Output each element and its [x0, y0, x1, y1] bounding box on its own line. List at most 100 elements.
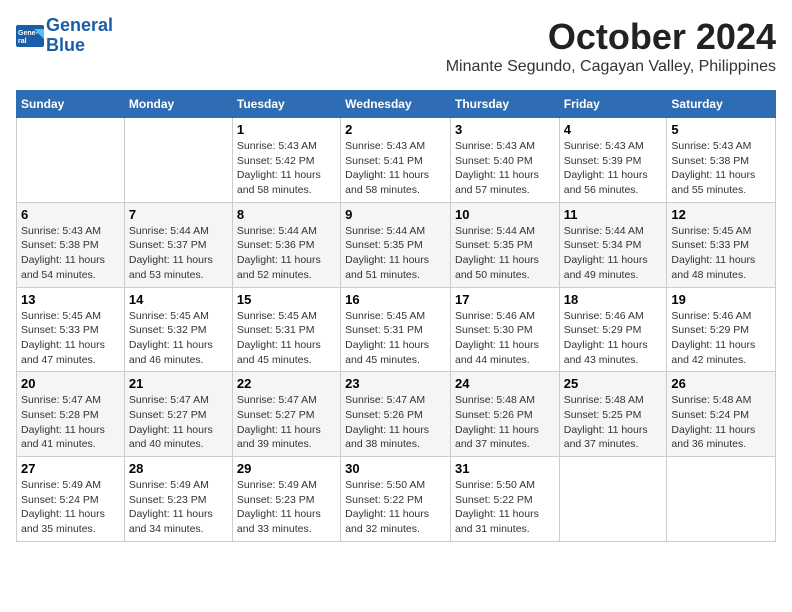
day-info: Sunrise: 5:49 AM Sunset: 5:23 PM Dayligh… [129, 478, 228, 537]
calendar-cell [667, 457, 776, 542]
subtitle: Minante Segundo, Cagayan Valley, Philipp… [446, 58, 776, 76]
calendar-cell: 5Sunrise: 5:43 AM Sunset: 5:38 PM Daylig… [667, 118, 776, 203]
day-info: Sunrise: 5:44 AM Sunset: 5:36 PM Dayligh… [237, 224, 336, 283]
day-info: Sunrise: 5:43 AM Sunset: 5:38 PM Dayligh… [21, 224, 120, 283]
calendar-cell: 3 Sunrise: 5:43 AM Sunset: 5:40 PM Daylig… [450, 118, 559, 203]
day-info: Sunrise: 5:46 AM Sunset: 5:29 PM Dayligh… [564, 309, 663, 368]
day-number: 30 [345, 461, 446, 476]
calendar-cell: 11 Sunrise: 5:44 AM Sunset: 5:34 PM Dayli… [559, 202, 667, 287]
calendar-cell: 28 Sunrise: 5:49 AM Sunset: 5:23 PM Dayli… [124, 457, 232, 542]
day-info: Sunrise: 5:47 AM Sunset: 5:26 PM Dayligh… [345, 393, 446, 452]
calendar-header-cell: Saturday [667, 91, 776, 118]
day-info: Sunrise: 5:43 AM Sunset: 5:41 PM Dayligh… [345, 139, 446, 198]
calendar-cell: 8 Sunrise: 5:44 AM Sunset: 5:36 PM Daylig… [232, 202, 340, 287]
day-number: 15 [237, 292, 336, 307]
svg-text:ral: ral [18, 38, 27, 45]
calendar-cell: 17Sunrise: 5:46 AM Sunset: 5:30 PM Dayli… [450, 287, 559, 372]
day-number: 1 [237, 122, 336, 137]
day-number: 10 [455, 207, 555, 222]
calendar-cell: 24 Sunrise: 5:48 AM Sunset: 5:26 PM Dayli… [450, 372, 559, 457]
calendar-cell: 22Sunrise: 5:47 AM Sunset: 5:27 PM Dayli… [232, 372, 340, 457]
day-number: 6 [21, 207, 120, 222]
day-number: 20 [21, 376, 120, 391]
day-number: 28 [129, 461, 228, 476]
calendar-cell: 31 Sunrise: 5:50 AM Sunset: 5:22 PM Dayli… [450, 457, 559, 542]
calendar-week-row: 20Sunrise: 5:47 AM Sunset: 5:28 PM Dayli… [17, 372, 776, 457]
day-info: Sunrise: 5:49 AM Sunset: 5:23 PM Dayligh… [237, 478, 336, 537]
calendar-week-row: 1 Sunrise: 5:43 AM Sunset: 5:42 PM Daylig… [17, 118, 776, 203]
calendar-cell: 13 Sunrise: 5:45 AM Sunset: 5:33 PM Dayli… [17, 287, 125, 372]
day-info: Sunrise: 5:48 AM Sunset: 5:24 PM Dayligh… [671, 393, 771, 452]
calendar-cell: 20Sunrise: 5:47 AM Sunset: 5:28 PM Dayli… [17, 372, 125, 457]
day-number: 26 [671, 376, 771, 391]
day-info: Sunrise: 5:45 AM Sunset: 5:33 PM Dayligh… [671, 224, 771, 283]
calendar-cell: 18 Sunrise: 5:46 AM Sunset: 5:29 PM Dayli… [559, 287, 667, 372]
calendar-table: SundayMondayTuesdayWednesdayThursdayFrid… [16, 90, 776, 542]
day-info: Sunrise: 5:50 AM Sunset: 5:22 PM Dayligh… [345, 478, 446, 537]
calendar-header-cell: Friday [559, 91, 667, 118]
calendar-cell: 15 Sunrise: 5:45 AM Sunset: 5:31 PM Dayli… [232, 287, 340, 372]
day-number: 12 [671, 207, 771, 222]
day-info: Sunrise: 5:47 AM Sunset: 5:27 PM Dayligh… [237, 393, 336, 452]
day-number: 9 [345, 207, 446, 222]
title-section: October 2024 Minante Segundo, Cagayan Va… [446, 16, 776, 84]
day-number: 8 [237, 207, 336, 222]
calendar-cell: 10 Sunrise: 5:44 AM Sunset: 5:35 PM Dayli… [450, 202, 559, 287]
day-number: 24 [455, 376, 555, 391]
calendar-header-cell: Tuesday [232, 91, 340, 118]
logo-line1: General [46, 16, 113, 36]
day-number: 5 [671, 122, 771, 137]
day-info: Sunrise: 5:48 AM Sunset: 5:25 PM Dayligh… [564, 393, 663, 452]
calendar-cell: 29 Sunrise: 5:49 AM Sunset: 5:23 PM Dayli… [232, 457, 340, 542]
calendar-cell: 16 Sunrise: 5:45 AM Sunset: 5:31 PM Dayli… [341, 287, 451, 372]
calendar-cell: 30 Sunrise: 5:50 AM Sunset: 5:22 PM Dayli… [341, 457, 451, 542]
main-title: October 2024 [446, 16, 776, 58]
calendar-week-row: 13 Sunrise: 5:45 AM Sunset: 5:33 PM Dayli… [17, 287, 776, 372]
day-number: 19 [671, 292, 771, 307]
calendar-cell [124, 118, 232, 203]
day-info: Sunrise: 5:45 AM Sunset: 5:31 PM Dayligh… [237, 309, 336, 368]
calendar-cell: 21Sunrise: 5:47 AM Sunset: 5:27 PM Dayli… [124, 372, 232, 457]
logo: Gene- ral General Blue [16, 16, 113, 56]
day-number: 14 [129, 292, 228, 307]
day-info: Sunrise: 5:50 AM Sunset: 5:22 PM Dayligh… [455, 478, 555, 537]
calendar-cell [17, 118, 125, 203]
calendar-cell: 9Sunrise: 5:44 AM Sunset: 5:35 PM Daylig… [341, 202, 451, 287]
day-number: 17 [455, 292, 555, 307]
day-info: Sunrise: 5:44 AM Sunset: 5:34 PM Dayligh… [564, 224, 663, 283]
calendar-cell: 23Sunrise: 5:47 AM Sunset: 5:26 PM Dayli… [341, 372, 451, 457]
day-number: 13 [21, 292, 120, 307]
calendar-body: 1 Sunrise: 5:43 AM Sunset: 5:42 PM Daylig… [17, 118, 776, 542]
day-number: 11 [564, 207, 663, 222]
day-number: 3 [455, 122, 555, 137]
day-number: 29 [237, 461, 336, 476]
day-number: 4 [564, 122, 663, 137]
day-number: 7 [129, 207, 228, 222]
calendar-header-cell: Sunday [17, 91, 125, 118]
calendar-cell: 27Sunrise: 5:49 AM Sunset: 5:24 PM Dayli… [17, 457, 125, 542]
calendar-header-cell: Wednesday [341, 91, 451, 118]
day-info: Sunrise: 5:45 AM Sunset: 5:31 PM Dayligh… [345, 309, 446, 368]
day-info: Sunrise: 5:46 AM Sunset: 5:29 PM Dayligh… [671, 309, 771, 368]
calendar-cell: 12 Sunrise: 5:45 AM Sunset: 5:33 PM Dayli… [667, 202, 776, 287]
logo-line2: Blue [46, 36, 113, 56]
day-number: 2 [345, 122, 446, 137]
calendar-header-cell: Monday [124, 91, 232, 118]
day-info: Sunrise: 5:48 AM Sunset: 5:26 PM Dayligh… [455, 393, 555, 452]
calendar-header-cell: Thursday [450, 91, 559, 118]
calendar-week-row: 27Sunrise: 5:49 AM Sunset: 5:24 PM Dayli… [17, 457, 776, 542]
calendar-cell: 1 Sunrise: 5:43 AM Sunset: 5:42 PM Daylig… [232, 118, 340, 203]
logo-icon: Gene- ral [16, 25, 44, 47]
day-number: 25 [564, 376, 663, 391]
day-info: Sunrise: 5:45 AM Sunset: 5:33 PM Dayligh… [21, 309, 120, 368]
day-number: 31 [455, 461, 555, 476]
day-number: 18 [564, 292, 663, 307]
calendar-week-row: 6 Sunrise: 5:43 AM Sunset: 5:38 PM Daylig… [17, 202, 776, 287]
day-info: Sunrise: 5:43 AM Sunset: 5:40 PM Dayligh… [455, 139, 555, 198]
day-info: Sunrise: 5:44 AM Sunset: 5:35 PM Dayligh… [455, 224, 555, 283]
day-info: Sunrise: 5:43 AM Sunset: 5:42 PM Dayligh… [237, 139, 336, 198]
day-number: 27 [21, 461, 120, 476]
day-info: Sunrise: 5:45 AM Sunset: 5:32 PM Dayligh… [129, 309, 228, 368]
day-number: 16 [345, 292, 446, 307]
calendar-cell: 25 Sunrise: 5:48 AM Sunset: 5:25 PM Dayli… [559, 372, 667, 457]
